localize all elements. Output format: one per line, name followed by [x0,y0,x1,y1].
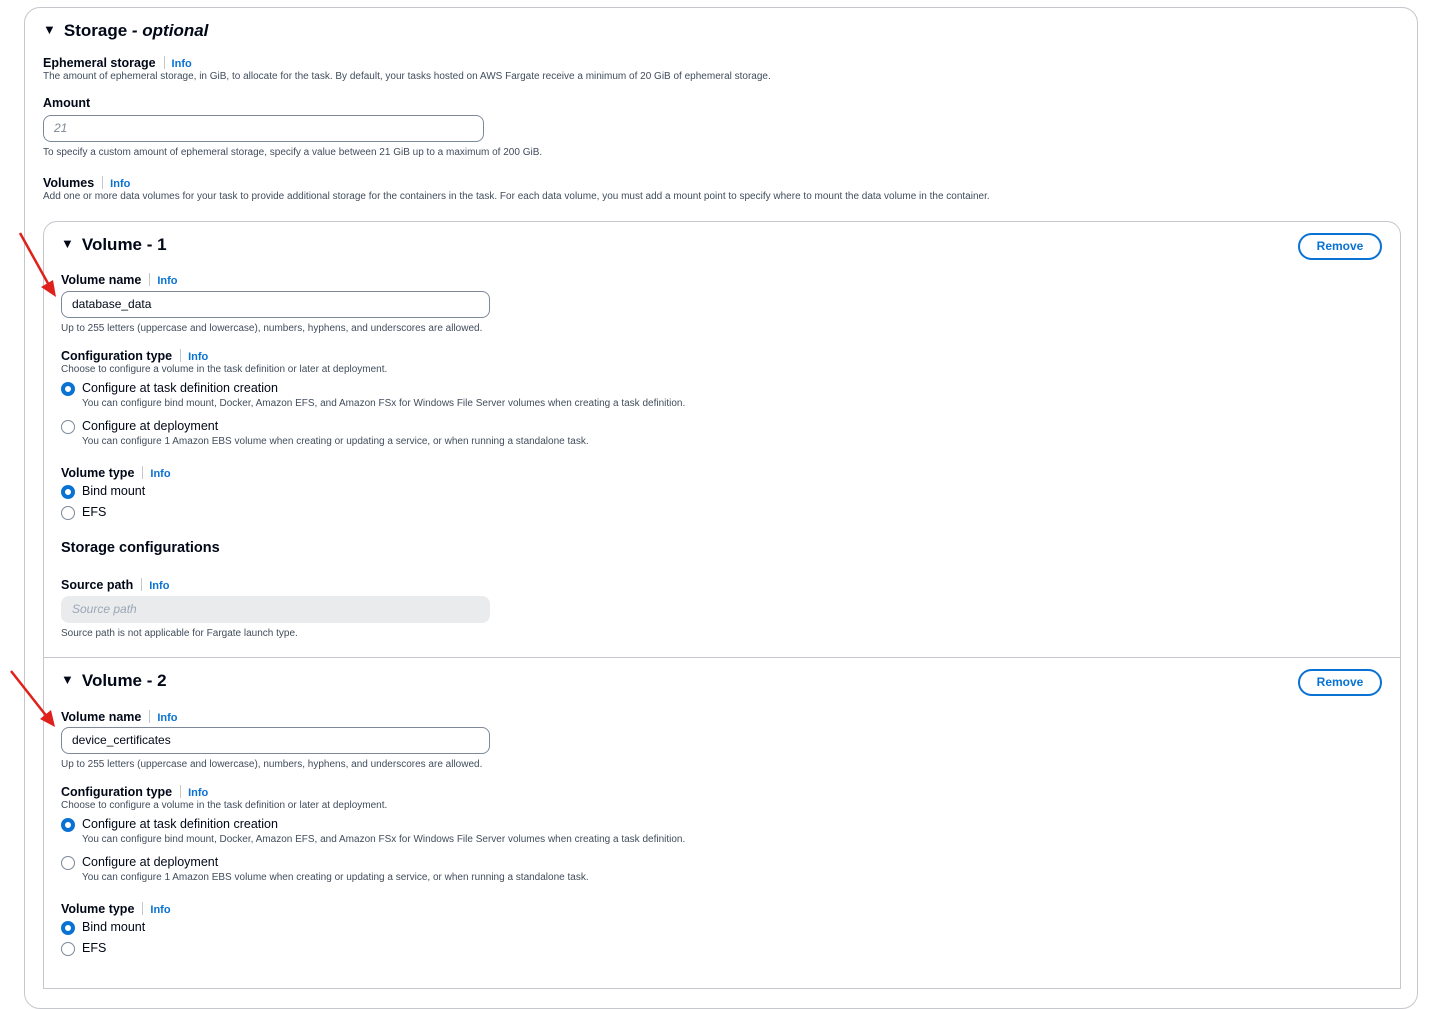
radio-label: EFS [82,505,107,519]
source-path-hint: Source path is not applicable for Fargat… [61,628,298,639]
volume-2-config-description: Choose to configure a volume in the task… [61,800,388,811]
volume-type-info-link[interactable]: Info [150,468,170,480]
divider [149,273,151,286]
radio-description: You can configure 1 Amazon EBS volume wh… [82,436,589,447]
volume-1-title: Volume - 1 [81,235,167,254]
source-path-input: Source path [61,596,490,623]
amount-hint: To specify a custom amount of ephemeral … [43,147,543,158]
configuration-type-info-link[interactable]: Info [188,351,208,363]
radio-label: Bind mount [82,484,146,498]
ephemeral-storage-description: The amount of ephemeral storage, in GiB,… [43,71,771,82]
volume-2-title: Volume - 2 [81,671,167,690]
radio-description: You can configure bind mount, Docker, Am… [82,398,686,409]
volume-2-remove-button[interactable]: Remove [1298,669,1382,696]
divider [142,466,144,479]
radio-label: Configure at task definition creation [82,381,278,395]
volume-2-config-label-row: Configuration type Info [61,783,208,801]
volume-name-info-link[interactable]: Info [157,712,177,724]
volumes-info-link[interactable]: Info [110,178,130,190]
volume-1-config-description: Choose to configure a volume in the task… [61,364,388,375]
volume-type-info-link[interactable]: Info [150,904,170,916]
volume-name-info-link[interactable]: Info [157,275,177,287]
configuration-type-info-link[interactable]: Info [188,787,208,799]
divider [102,176,104,189]
volume-1-config-label-row: Configuration type Info [61,347,208,365]
radio-label: Configure at deployment [82,855,219,869]
volumes-description: Add one or more data volumes for your ta… [43,191,990,202]
annotation-arrows [10,232,56,727]
radio-description: You can configure 1 Amazon EBS volume wh… [82,872,589,883]
volume-2-name-hint: Up to 255 letters (uppercase and lowerca… [61,759,483,770]
divider [180,349,182,362]
radio-label: Configure at deployment [82,419,219,433]
divider [142,902,144,915]
radio-label: Bind mount [82,920,146,934]
amount-input[interactable]: 21 [43,115,484,142]
divider [163,56,165,69]
volume-1-name-hint: Up to 255 letters (uppercase and lowerca… [61,323,483,334]
ephemeral-storage-info-link[interactable]: Info [172,58,192,70]
annotation-arrow-volume-1 [18,232,56,297]
volume-2-name-input[interactable]: device_certificates [61,727,490,754]
divider [141,578,143,591]
annotation-arrow-volume-2 [10,670,55,727]
radio-label: EFS [82,941,107,955]
source-path-info-link[interactable]: Info [149,580,169,592]
divider [149,710,151,723]
volume-1-name-input[interactable]: database_data [61,291,490,318]
radio-label: Configure at task definition creation [82,817,278,831]
storage-configurations-title: Storage configurations [61,540,220,556]
divider [180,785,182,798]
volume-1-remove-button[interactable]: Remove [1298,233,1382,260]
radio-description: You can configure bind mount, Docker, Am… [82,834,686,845]
storage-optional-label: - optional [131,21,209,40]
